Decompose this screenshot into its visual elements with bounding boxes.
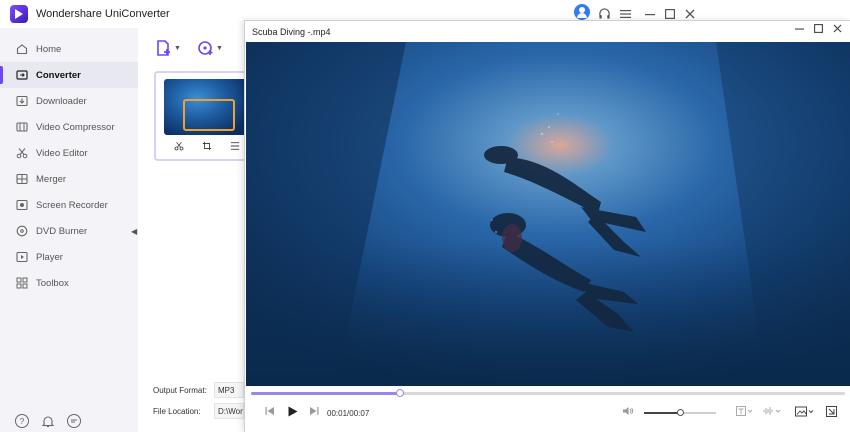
collapse-sidebar-icon[interactable]: ◀ (131, 227, 137, 236)
sidebar: Home Converter Downloader Video Compress… (0, 28, 138, 432)
volume-icon[interactable] (622, 406, 634, 419)
effects-list-icon[interactable] (230, 141, 240, 154)
previous-icon[interactable] (265, 406, 275, 419)
player-minimize-icon[interactable] (791, 24, 807, 36)
sidebar-item-player[interactable]: Player (0, 244, 138, 270)
sidebar-item-label: Merger (36, 173, 67, 185)
file-location-label: File Location: (153, 407, 201, 416)
app-logo-icon (10, 5, 28, 23)
sidebar-item-downloader[interactable]: Downloader (0, 88, 138, 114)
trim-scissors-icon[interactable] (174, 141, 184, 154)
sidebar-item-label: DVD Burner (36, 225, 88, 237)
sidebar-item-label: Video Editor (36, 147, 88, 159)
sidebar-item-toolbox[interactable]: Toolbox (0, 270, 138, 296)
thumbnail-selection (183, 99, 235, 131)
sidebar-item-converter[interactable]: Converter (0, 62, 138, 88)
sidebar-item-label: Toolbox (36, 277, 69, 289)
audio-track-icon[interactable] (763, 406, 783, 419)
player-close-icon[interactable] (829, 24, 845, 36)
card-toolbar (174, 141, 240, 154)
output-format-label: Output Format: (153, 386, 207, 395)
sidebar-item-label: Converter (36, 69, 81, 81)
player-maximize-icon[interactable] (810, 24, 826, 36)
video-frame[interactable] (246, 42, 850, 386)
sidebar-item-screen-recorder[interactable]: Screen Recorder (0, 192, 138, 218)
player-title: Scuba Diving -.mp4 (252, 27, 331, 37)
play-icon[interactable] (287, 406, 298, 420)
sidebar-item-label: Home (36, 43, 62, 55)
user-icon[interactable] (574, 4, 590, 20)
seek-bar-fill (251, 392, 400, 395)
add-file-icon (157, 40, 170, 56)
player-icon (15, 251, 28, 263)
next-icon[interactable] (309, 406, 319, 419)
sidebar-item-video-compressor[interactable]: Video Compressor (0, 114, 138, 140)
load-dvd-button[interactable]: ▼ (198, 40, 223, 56)
chevron-down-icon: ▼ (174, 44, 181, 52)
downloader-icon (15, 95, 28, 107)
volume-slider[interactable] (644, 409, 716, 416)
screen-recorder-icon (15, 199, 28, 211)
app-title: Wondershare UniConverter (36, 8, 170, 20)
file-location-field[interactable]: D:\Won (214, 403, 244, 419)
compressor-icon (15, 121, 28, 133)
feedback-icon[interactable] (67, 414, 81, 428)
add-dvd-icon (198, 41, 213, 55)
add-files-button[interactable]: ▼ (156, 40, 181, 56)
sidebar-item-home[interactable]: Home (0, 36, 138, 62)
snapshot-icon[interactable] (795, 406, 815, 420)
subtitle-icon[interactable] (736, 406, 754, 419)
sidebar-item-label: Player (36, 251, 63, 263)
merger-icon (15, 173, 28, 185)
fullscreen-icon[interactable] (826, 406, 837, 420)
volume-handle[interactable] (676, 409, 684, 416)
playback-time: 00:01/00:07 (327, 409, 370, 418)
sidebar-item-dvd-burner[interactable]: DVD Burner (0, 218, 138, 244)
scuba-diving-video-image (246, 42, 850, 386)
help-icon[interactable]: ? (15, 414, 29, 428)
sidebar-item-label: Downloader (36, 95, 87, 107)
video-thumbnail (164, 79, 248, 135)
bell-icon[interactable] (41, 414, 55, 428)
player-window: Scuba Diving -.mp4 00:01/00:07 (244, 20, 850, 432)
seek-handle[interactable] (395, 389, 404, 397)
sidebar-item-video-editor[interactable]: Video Editor (0, 140, 138, 166)
crop-icon[interactable] (202, 141, 212, 154)
volume-fill (644, 412, 680, 414)
sidebar-item-merger[interactable]: Merger (0, 166, 138, 192)
output-format-select[interactable]: MP3 (214, 382, 244, 398)
app-window: Wondershare UniConverter Home Converter … (0, 0, 850, 432)
sidebar-item-label: Screen Recorder (36, 199, 108, 211)
converter-icon (15, 69, 28, 81)
chevron-down-icon: ▼ (216, 44, 223, 52)
scissors-icon (15, 147, 28, 159)
dvd-icon (15, 225, 28, 237)
seek-bar[interactable] (251, 389, 845, 397)
sidebar-item-label: Video Compressor (36, 121, 115, 133)
toolbox-icon (15, 277, 28, 289)
home-icon (15, 43, 28, 55)
